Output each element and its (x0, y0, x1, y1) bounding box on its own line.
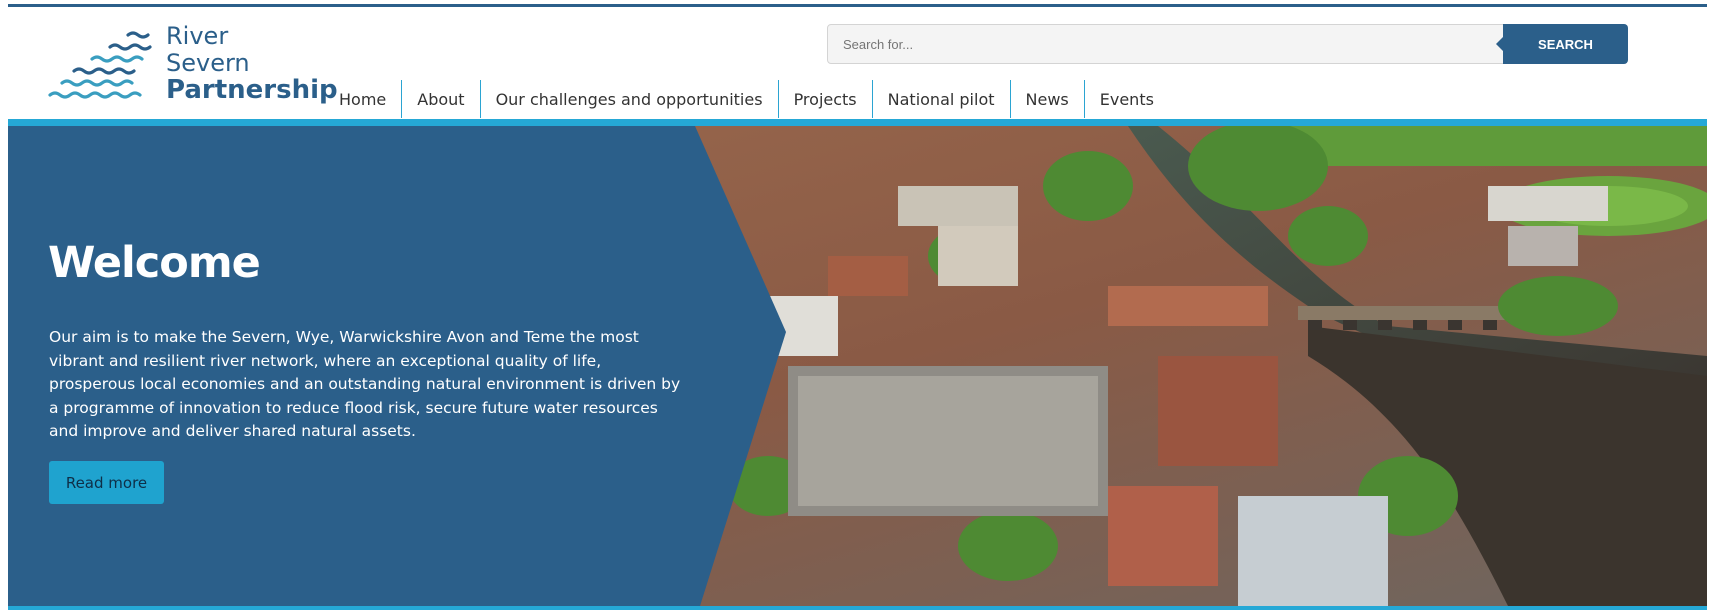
hero-description: Our aim is to make the Severn, Wye, Warw… (49, 328, 681, 440)
read-more-button[interactable]: Read more (49, 461, 164, 504)
nav-item-about[interactable]: About (401, 80, 479, 118)
nav-item-home[interactable]: Home (324, 80, 401, 118)
logo-line-partnership: Partnership (166, 75, 338, 105)
logo-text: River Severn Partnership (166, 23, 338, 104)
page: River Severn Partnership SEARCH Home Abo… (0, 0, 1715, 610)
search-button[interactable]: SEARCH (1496, 24, 1628, 64)
nav-item-challenges[interactable]: Our challenges and opportunities (479, 80, 778, 118)
hero-title: Welcome (48, 238, 261, 288)
bottom-accent-bar (8, 606, 1707, 610)
logo-line-severn: Severn (166, 49, 250, 77)
hero-banner: Welcome Our aim is to make the Severn, W… (8, 126, 1707, 606)
main-nav: Home About Our challenges and opportunit… (324, 80, 1169, 118)
site-header: River Severn Partnership SEARCH Home Abo… (8, 7, 1707, 119)
search-bar: SEARCH (827, 24, 1628, 64)
nav-item-national-pilot[interactable]: National pilot (871, 80, 1010, 118)
nav-item-events[interactable]: Events (1083, 80, 1169, 118)
logo[interactable]: River Severn Partnership (48, 23, 338, 113)
waves-logo-icon (48, 31, 152, 99)
nav-item-projects[interactable]: Projects (777, 80, 872, 118)
nav-item-news[interactable]: News (1009, 80, 1084, 118)
accent-bar (8, 119, 1707, 126)
logo-line-river: River (166, 22, 229, 50)
search-input[interactable] (827, 24, 1507, 64)
